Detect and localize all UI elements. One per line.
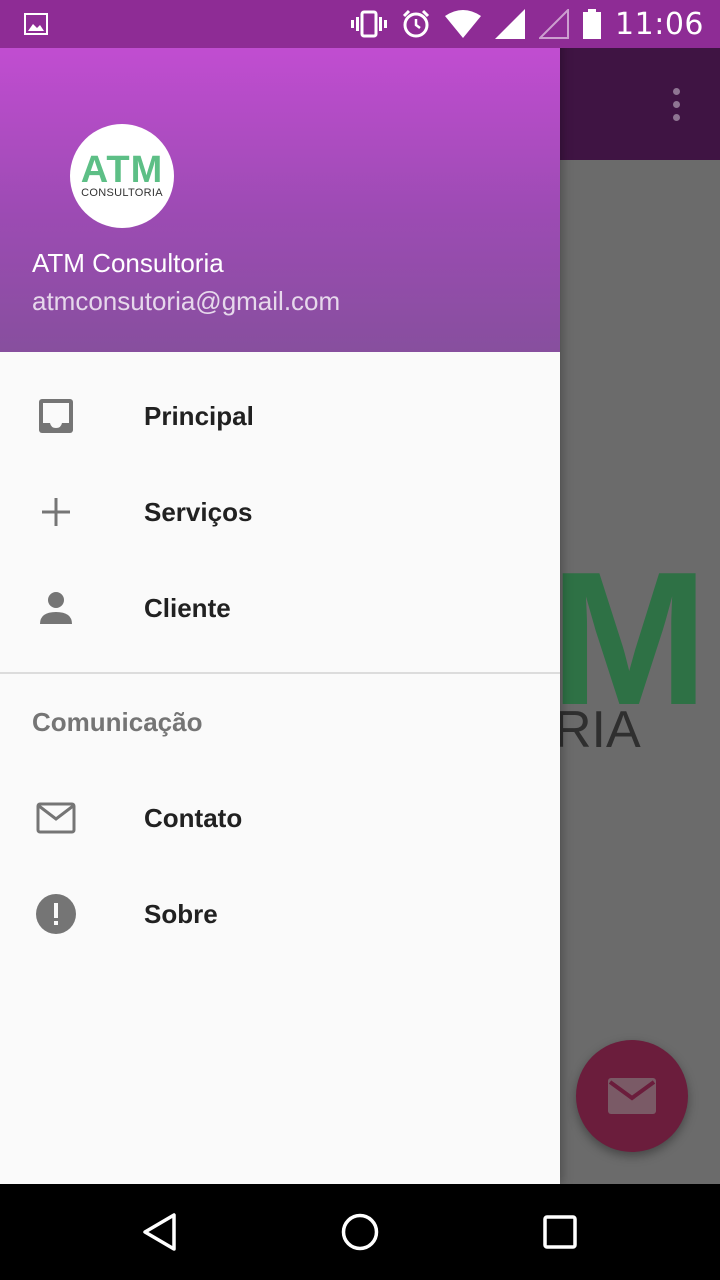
menu-item-label: Principal: [144, 400, 254, 431]
avatar-logo-subtext: CONSULTORIA: [81, 187, 163, 199]
recents-button[interactable]: [536, 1208, 584, 1256]
mail-fab-button[interactable]: [576, 1040, 688, 1152]
menu-item-label: Cliente: [144, 592, 231, 623]
menu-item-contato[interactable]: Contato: [0, 770, 560, 866]
menu-item-cliente[interactable]: Cliente: [0, 560, 560, 656]
image-notification-icon: [24, 13, 48, 35]
drawer-menu: Principal Serviços Cliente Comunicação C…: [0, 352, 560, 962]
mail-icon: [608, 1078, 656, 1114]
alarm-icon: [402, 9, 430, 38]
account-email: atmconsutoria@gmail.com: [32, 286, 341, 316]
status-time: 11:06: [615, 6, 704, 42]
drawer-header: ATM CONSULTORIA ATM Consultoria atmconsu…: [0, 48, 560, 352]
inbox-icon: [36, 396, 76, 436]
menu-item-sobre[interactable]: Sobre: [0, 866, 560, 962]
menu-item-label: Sobre: [144, 898, 218, 929]
recents-icon: [543, 1215, 577, 1249]
overflow-menu-icon[interactable]: [664, 88, 688, 124]
avatar-logo-text: ATM: [80, 149, 164, 191]
status-bar: 11:06: [0, 0, 720, 48]
account-name: ATM Consultoria: [32, 248, 224, 278]
person-icon: [36, 588, 76, 628]
vibrate-icon: [351, 10, 388, 38]
signal-empty-icon: [539, 9, 570, 39]
background-logo-fragment: RIA: [554, 701, 641, 759]
menu-item-label: Serviços: [144, 496, 253, 527]
back-button[interactable]: [136, 1208, 184, 1256]
menu-item-label: Contato: [144, 802, 243, 833]
signal-full-icon: [495, 9, 526, 39]
home-button[interactable]: [336, 1208, 384, 1256]
battery-icon: [583, 9, 602, 39]
info-exclamation-icon: [36, 894, 76, 934]
home-icon: [341, 1213, 379, 1251]
background-logo: M RIA: [540, 570, 720, 770]
navigation-drawer: ATM CONSULTORIA ATM Consultoria atmconsu…: [0, 0, 560, 1184]
section-title: Comunicação: [32, 706, 203, 737]
back-icon: [143, 1213, 176, 1251]
mail-icon: [36, 798, 76, 838]
menu-item-principal[interactable]: Principal: [0, 368, 560, 464]
system-navigation-bar: [0, 1184, 720, 1280]
wifi-icon: [445, 10, 482, 38]
plus-icon: [36, 492, 76, 532]
avatar[interactable]: ATM CONSULTORIA: [70, 124, 174, 228]
menu-item-servicos[interactable]: Serviços: [0, 464, 560, 560]
